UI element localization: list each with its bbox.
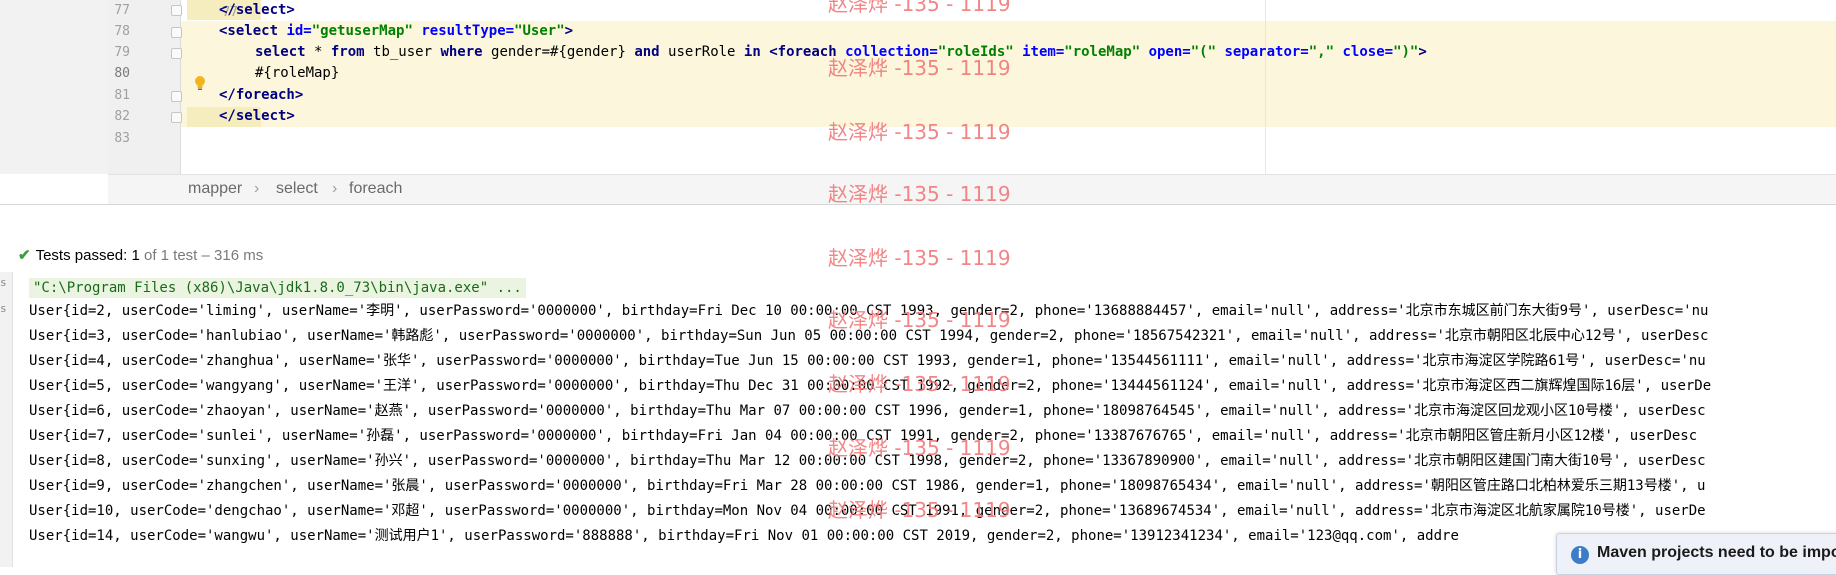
fold-marker-icon[interactable] [171, 91, 182, 102]
breadcrumb-item-select[interactable]: select [276, 180, 318, 198]
watermark: 赵泽烨 -135 - 1119 [828, 498, 1011, 522]
xml-value: "," [1308, 44, 1335, 60]
xml-value: ")" [1393, 44, 1419, 60]
xml-value: "(" [1190, 44, 1217, 60]
watermark: 赵泽烨 -135 - 1119 [828, 56, 1011, 80]
fold-marker-icon[interactable] [171, 5, 182, 16]
code-line-82[interactable]: </select> [219, 104, 295, 129]
xml-tag: <foreach [769, 44, 837, 60]
xml-tag: </foreach> [219, 87, 304, 103]
sql-keyword: and [634, 44, 660, 60]
check-icon: ✔ [18, 247, 31, 264]
toolbar-glyph-icon[interactable]: s [0, 302, 7, 315]
sql-text: * [305, 44, 331, 60]
xml-attr: separator= [1224, 44, 1309, 60]
xml-value: "getuserMap" [311, 23, 413, 39]
sql-keyword: from [330, 44, 365, 60]
right-margin-guide [1265, 0, 1266, 174]
fold-marker-icon[interactable] [171, 112, 182, 123]
fold-marker-icon[interactable] [171, 48, 182, 59]
watermark: 赵泽烨 -135 - 1119 [828, 308, 1011, 332]
console-line: User{id=6, userCode='zhaoyan', userName=… [29, 403, 1706, 419]
watermark: 赵泽烨 -135 - 1119 [828, 120, 1011, 144]
code-editor[interactable]: 77 77 78 79 80 81 82 83 </select> <selec… [0, 0, 1836, 174]
sql-keyword: in [743, 44, 761, 60]
xml-tag: > [1418, 44, 1427, 60]
fold-marker-icon[interactable] [171, 27, 182, 38]
notification-text[interactable]: Maven projects need to be impo [1597, 544, 1836, 562]
editor-left-strip [0, 0, 109, 174]
watermark: 赵泽烨 -135 - 1119 [828, 436, 1011, 460]
sql-keyword: where [440, 44, 483, 60]
xml-tag: </select> [219, 108, 295, 124]
xml-attr: id= [286, 23, 312, 39]
maven-notification[interactable]: i Maven projects need to be impo [1556, 533, 1836, 575]
watermark: 赵泽烨 -135 - 1119 [828, 372, 1011, 396]
xml-value: "roleMap" [1064, 44, 1141, 60]
breadcrumb-item-foreach[interactable]: foreach [349, 180, 402, 198]
tests-passed-count: 1 [131, 247, 140, 264]
sql-text: tb_user [364, 44, 441, 60]
xml-attr: item= [1022, 44, 1065, 60]
lightbulb-icon[interactable] [193, 75, 207, 91]
tests-passed-label: Tests passed: [35, 247, 128, 264]
xml-attr: open= [1148, 44, 1191, 60]
console-line: User{id=14, userCode='wangwu', userName=… [29, 528, 1459, 544]
java-command-line[interactable]: "C:\Program Files (x86)\Java\jdk1.8.0_73… [29, 278, 526, 298]
sql-text: gender=#{gender} [482, 44, 635, 60]
console-toolbar-strip: s s [0, 272, 13, 567]
xml-tag: </select> [219, 2, 295, 18]
info-icon: i [1571, 546, 1589, 564]
xml-tag: > [564, 23, 574, 39]
line-number: 83 [114, 131, 130, 146]
watermark: 赵泽烨 -135 - 1119 [828, 246, 1011, 270]
breadcrumb-item-mapper[interactable]: mapper [188, 180, 242, 198]
breadcrumb-separator: › [332, 180, 338, 197]
toolbar-glyph-icon[interactable]: s [0, 276, 7, 289]
xml-attr: resultType= [421, 23, 515, 39]
watermark: 赵泽烨 -135 - 1119 [828, 182, 1011, 206]
xml-tag: <select [219, 23, 279, 39]
test-status: ✔ Tests passed: 1 of 1 test – 316 ms [18, 246, 263, 264]
xml-attr: close= [1342, 44, 1394, 60]
sql-text: userRole [659, 44, 744, 60]
watermark: 赵泽烨 -135 - 1119 [828, 0, 1011, 16]
xml-value: "User" [514, 23, 565, 39]
sql-text: #{roleMap} [255, 65, 340, 81]
sql-keyword: select [255, 44, 306, 60]
breadcrumb-separator: › [254, 180, 260, 197]
tests-detail: of 1 test – 316 ms [143, 247, 264, 264]
